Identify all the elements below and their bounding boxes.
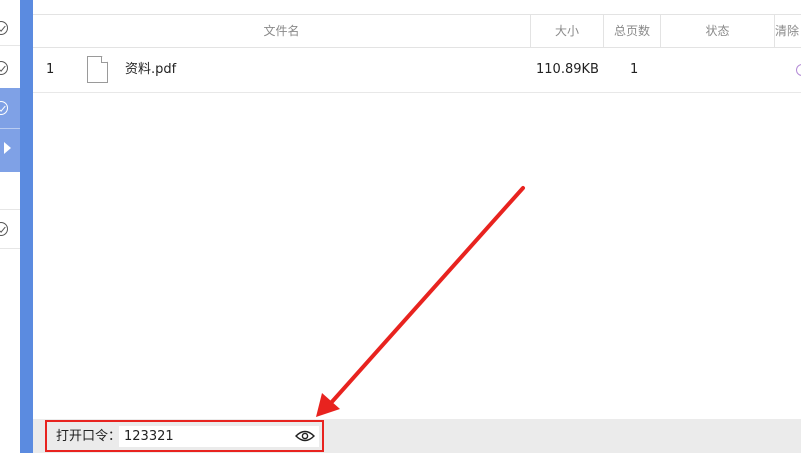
sidebar-divider <box>0 248 20 249</box>
sidebar-divider <box>0 45 20 46</box>
column-header-pages[interactable]: 总页数 <box>604 15 660 47</box>
sidebar-accent-bar <box>20 0 33 453</box>
password-input[interactable] <box>119 426 319 447</box>
sidebar-divider <box>0 128 22 129</box>
check-circle-icon[interactable] <box>0 222 8 236</box>
clear-row-icon[interactable] <box>796 64 801 76</box>
play-caret-icon[interactable] <box>4 142 11 154</box>
row-index: 1 <box>46 62 55 77</box>
column-header-status[interactable]: 状态 <box>661 15 774 47</box>
column-header-clear[interactable]: 清除 <box>775 15 801 47</box>
file-size: 110.89KB <box>536 62 599 77</box>
eye-icon[interactable] <box>295 429 315 443</box>
password-highlight-box: 打开口令： <box>45 420 324 452</box>
table-header: 文件名 大小 总页数 状态 清除 <box>33 14 801 48</box>
file-icon-fold <box>101 56 108 63</box>
file-name: 资料.pdf <box>125 62 177 77</box>
left-sidebar <box>0 0 22 453</box>
check-circle-icon[interactable] <box>0 21 8 35</box>
column-header-size[interactable]: 大小 <box>531 15 603 47</box>
file-pages: 1 <box>630 62 639 77</box>
password-label: 打开口令： <box>56 429 122 444</box>
sidebar-divider <box>0 209 20 210</box>
column-header-filename[interactable]: 文件名 <box>33 15 530 47</box>
table-row[interactable]: 1 资料.pdf 110.89KB 1 <box>33 48 801 93</box>
check-circle-icon[interactable] <box>0 61 8 75</box>
app-window: 文件名 大小 总页数 状态 清除 1 资料.pdf 110.89KB 1 打开口… <box>0 0 801 453</box>
